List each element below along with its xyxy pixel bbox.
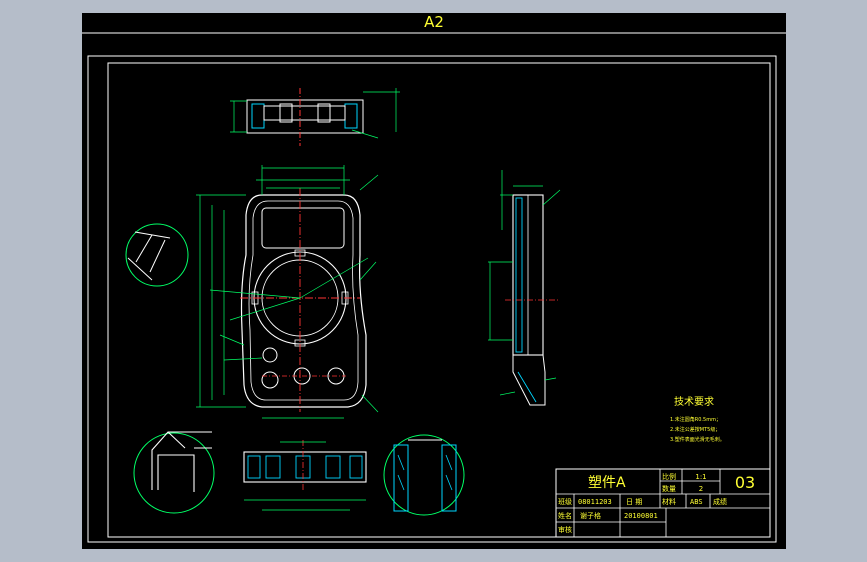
note-line-3: 3.塑件表面光滑无毛刺。: [670, 436, 725, 443]
tb-material-value: ABS: [690, 498, 703, 506]
tb-name-label: 姓名: [558, 511, 572, 520]
tb-class-value: 08011203: [578, 498, 612, 506]
note-line-1: 1.未注圆角R0.5mm；: [670, 416, 721, 423]
tb-material-label: 材料: [662, 497, 676, 506]
tb-name-value: 谢子格: [580, 511, 601, 520]
drawing-canvas: A2 技术要求 1.未注圆角R0.5mm； 2.未注公差按MT5级； 3.塑件表…: [82, 13, 786, 549]
tb-grade-label: 成绩: [713, 497, 727, 506]
sheet-size-label: A2: [424, 13, 444, 31]
notes-title: 技术要求: [674, 395, 714, 408]
tb-qty-value: 2: [699, 485, 703, 493]
note-line-2: 2.未注公差按MT5级；: [670, 426, 720, 433]
tb-drawing-no: 03: [735, 473, 755, 492]
tb-part-name: 塑件A: [588, 475, 626, 491]
tb-id-value: 20100801: [624, 512, 658, 520]
tb-qty-label: 数量: [662, 484, 676, 493]
tb-review-label: 审核: [558, 525, 572, 534]
tb-scale-label: 比例: [662, 472, 676, 481]
tb-class-label: 班级: [558, 497, 572, 506]
tb-date-label: 日 期: [626, 498, 642, 506]
tb-scale-value: 1:1: [695, 473, 706, 481]
